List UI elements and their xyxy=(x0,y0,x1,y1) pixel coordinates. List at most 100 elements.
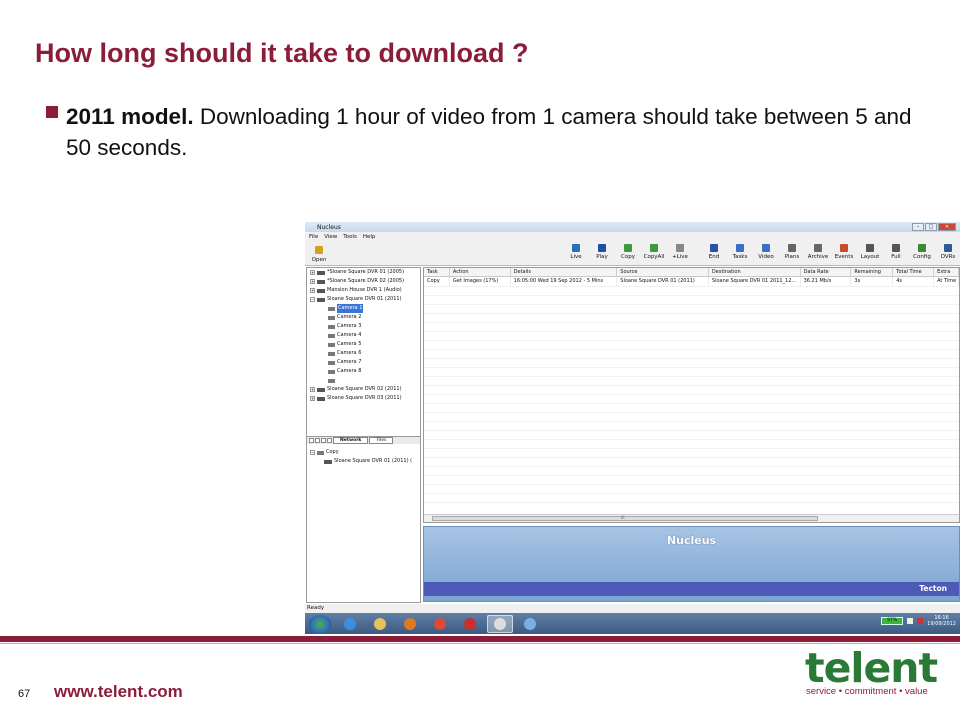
toolbar-layout-button[interactable]: Layout xyxy=(857,243,883,260)
menu-help[interactable]: Help xyxy=(363,234,376,240)
menu-tools[interactable]: Tools xyxy=(343,234,357,240)
toolbar-label: Play xyxy=(596,254,608,260)
toolbar-live-button[interactable]: Live xyxy=(563,243,589,260)
expand-toggle-icon[interactable]: + xyxy=(310,396,315,401)
toolbar-play-button[interactable]: Play xyxy=(589,243,615,260)
camera-icon xyxy=(328,306,335,311)
tree-camera-item[interactable]: Camera 7 xyxy=(307,358,420,367)
tree-dvr-item[interactable]: + Sloane Square DVR 02 (2011) xyxy=(307,385,420,394)
toolbar-label: +Live xyxy=(672,254,688,260)
tab-prev-button[interactable] xyxy=(315,438,320,443)
toolbar-archive-button[interactable]: Archive xyxy=(805,243,831,260)
tab-first-button[interactable] xyxy=(309,438,314,443)
toolbar-tasks-button[interactable]: Tasks xyxy=(727,243,753,260)
taskbar-app-button[interactable] xyxy=(427,615,453,633)
tree-item-label: Camera 8 xyxy=(337,368,362,374)
footer-url[interactable]: www.telent.com xyxy=(54,682,183,702)
tab-last-button[interactable] xyxy=(327,438,332,443)
toolbar-end-button[interactable]: End xyxy=(701,243,727,260)
clock[interactable]: 16:16 19/09/2012 xyxy=(927,615,956,627)
expand-toggle-icon[interactable]: − xyxy=(310,297,315,302)
grid-line xyxy=(424,484,959,485)
tree-item-label: Mansion House DVR 1 (Audio) xyxy=(327,287,402,293)
tree-dvr-item[interactable]: + *Sloane Square DVR 01 (2005) xyxy=(307,268,420,277)
taskbar-app-button[interactable] xyxy=(397,615,423,633)
grid-line xyxy=(424,340,959,341)
grid-line xyxy=(424,412,959,413)
expand-toggle-icon[interactable]: + xyxy=(310,270,315,275)
page-number: 67 xyxy=(18,688,31,700)
tree-camera-item[interactable]: Camera 1 xyxy=(307,304,420,313)
taskbar-app-button[interactable] xyxy=(337,615,363,633)
tree-camera-item[interactable] xyxy=(307,376,420,385)
toolbar-events-button[interactable]: Events xyxy=(831,243,857,260)
tree-dvr-item[interactable]: + Sloane Square DVR 03 (2011) xyxy=(307,394,420,403)
table-row[interactable]: Copy Get Images (17%) 16:05:00 Wed 19 Sep … xyxy=(424,277,959,286)
toolbar-copy-button[interactable]: Copy xyxy=(615,243,641,260)
toolbar-copyall-button[interactable]: CopyAll xyxy=(641,243,667,260)
table-cell: 16:05:00 Wed 19 Sep 2012 - 5 Mins xyxy=(511,277,618,286)
grid-line xyxy=(424,376,959,377)
toolbar-video-button[interactable]: Video xyxy=(753,243,779,260)
maximize-button[interactable]: □ xyxy=(925,223,937,231)
tree-camera-item[interactable]: Camera 6 xyxy=(307,349,420,358)
grid-line xyxy=(424,466,959,467)
tree-camera-item[interactable]: Camera 8 xyxy=(307,367,420,376)
column-header[interactable]: Action xyxy=(449,268,511,277)
column-header[interactable]: Extra xyxy=(934,268,959,277)
tree-dvr-item[interactable]: + *Sloane Square DVR 02 (2005) xyxy=(307,277,420,286)
column-header[interactable]: Remaining xyxy=(851,268,894,277)
nucleus-banner: Nucleus Tecton xyxy=(423,526,960,602)
column-header[interactable]: Data Rate xyxy=(800,268,852,277)
tab-files[interactable]: Files xyxy=(369,437,394,444)
taskbar-app-button[interactable] xyxy=(517,615,543,633)
menu-view[interactable]: View xyxy=(324,234,337,240)
taskbar-app-button[interactable] xyxy=(367,615,393,633)
layout-icon xyxy=(866,244,874,252)
toolbar-config-button[interactable]: Config xyxy=(909,243,935,260)
task-tree-item[interactable]: Sloane Square DVR 01 (2011) ( xyxy=(307,457,420,466)
bullet-square xyxy=(46,106,58,118)
chrome-icon xyxy=(434,617,446,630)
table-cell: 3s xyxy=(851,277,894,286)
speaker-icon[interactable] xyxy=(907,618,914,624)
start-button[interactable] xyxy=(309,614,331,633)
column-header[interactable]: Task xyxy=(424,268,450,277)
expand-toggle-icon[interactable]: + xyxy=(310,387,315,392)
expand-toggle-icon[interactable]: + xyxy=(310,279,315,284)
open-button[interactable]: Open xyxy=(309,244,329,263)
tree-dvr-item[interactable]: + Mansion House DVR 1 (Audio) xyxy=(307,286,420,295)
expand-toggle-icon[interactable]: + xyxy=(310,288,315,293)
taskbar-app-button[interactable] xyxy=(487,614,513,633)
close-button[interactable]: ✕ xyxy=(938,223,956,231)
play-icon xyxy=(598,244,606,252)
toolbar-live-button[interactable]: +Live xyxy=(667,243,693,260)
battery-indicator[interactable]: 97% xyxy=(881,617,904,625)
tree-camera-item[interactable]: Camera 2 xyxy=(307,313,420,322)
tab-next-button[interactable] xyxy=(321,438,326,443)
logo-tagline: service • commitment • value xyxy=(806,686,928,697)
tab-network[interactable]: Network xyxy=(333,437,369,444)
tree-camera-item[interactable]: Camera 3 xyxy=(307,322,420,331)
column-header[interactable]: Source xyxy=(617,268,709,277)
taskbar-app-button[interactable] xyxy=(457,615,483,633)
toolbar-full-button[interactable]: Full xyxy=(883,243,909,260)
tree-camera-item[interactable]: Camera 5 xyxy=(307,340,420,349)
scroll-thumb[interactable]: III xyxy=(432,515,818,521)
menu-file[interactable]: File xyxy=(309,234,318,240)
column-header[interactable]: Total Time xyxy=(893,268,935,277)
grid-hscrollbar[interactable]: III xyxy=(424,514,959,522)
network-icon[interactable] xyxy=(917,618,924,624)
grid-line xyxy=(424,304,959,305)
column-header[interactable]: Details xyxy=(510,268,618,277)
tree-camera-item[interactable]: Camera 4 xyxy=(307,331,420,340)
column-header[interactable]: Destination xyxy=(708,268,801,277)
camera-icon xyxy=(328,315,335,320)
toolbar-plans-button[interactable]: Plans xyxy=(779,243,805,260)
minimize-button[interactable]: – xyxy=(912,223,924,231)
task-tree-item[interactable]: − Copy xyxy=(307,448,420,457)
toolbar-dvrs-button[interactable]: DVRs xyxy=(935,243,960,260)
config-icon xyxy=(918,244,926,252)
tree-dvr-item[interactable]: − Sloane Square DVR 01 (2011) xyxy=(307,295,420,304)
expand-toggle-icon[interactable]: − xyxy=(310,450,315,455)
